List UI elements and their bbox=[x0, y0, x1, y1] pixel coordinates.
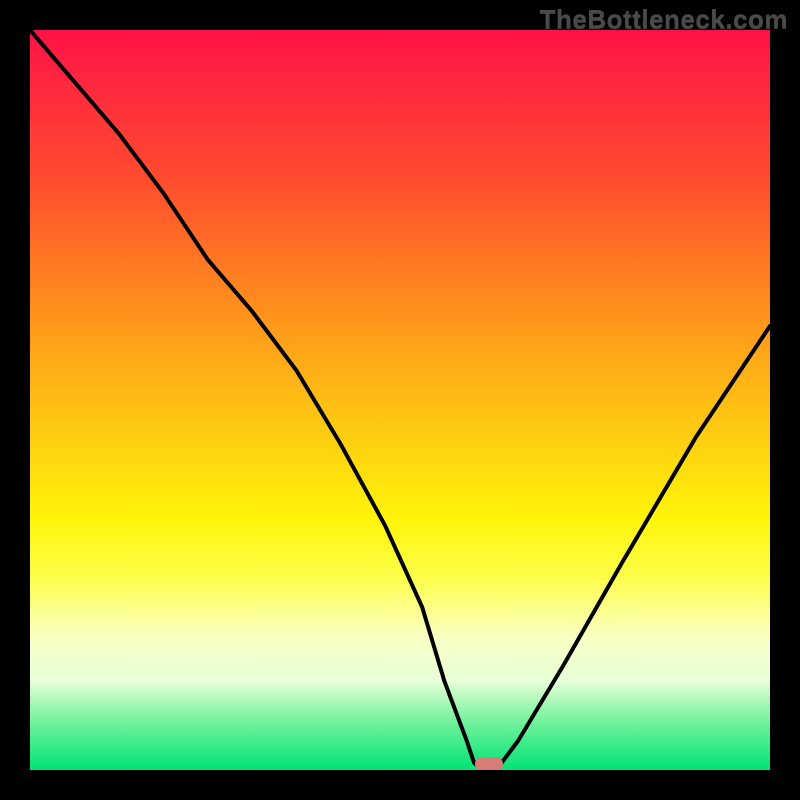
chart-frame: TheBottleneck.com bbox=[0, 0, 800, 800]
curve-svg bbox=[30, 30, 770, 770]
plot-area bbox=[30, 30, 770, 770]
bottleneck-curve bbox=[30, 30, 770, 770]
watermark-text: TheBottleneck.com bbox=[540, 4, 788, 35]
optimal-marker bbox=[475, 757, 503, 770]
